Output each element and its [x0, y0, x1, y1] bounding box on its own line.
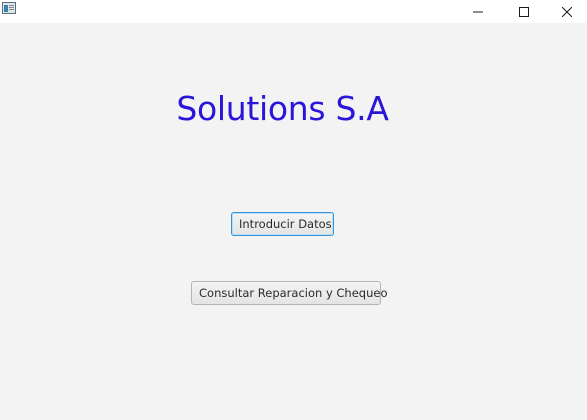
application-window: Solutions S.A Introducir Datos Consultar… — [0, 0, 587, 420]
introducir-datos-button[interactable]: Introducir Datos — [231, 212, 334, 236]
maximize-icon — [519, 6, 529, 17]
maximize-button[interactable] — [501, 0, 547, 23]
minimize-button[interactable] — [455, 0, 501, 23]
page-title: Solutions S.A — [176, 89, 389, 128]
main-content: Solutions S.A Introducir Datos Consultar… — [0, 23, 587, 420]
close-icon — [561, 6, 572, 17]
consultar-reparacion-button[interactable]: Consultar Reparacion y Chequeo — [191, 281, 388, 305]
minimize-icon — [473, 11, 483, 12]
title-bar[interactable] — [0, 0, 587, 23]
app-window-icon — [2, 2, 16, 14]
close-button[interactable] — [546, 0, 587, 23]
